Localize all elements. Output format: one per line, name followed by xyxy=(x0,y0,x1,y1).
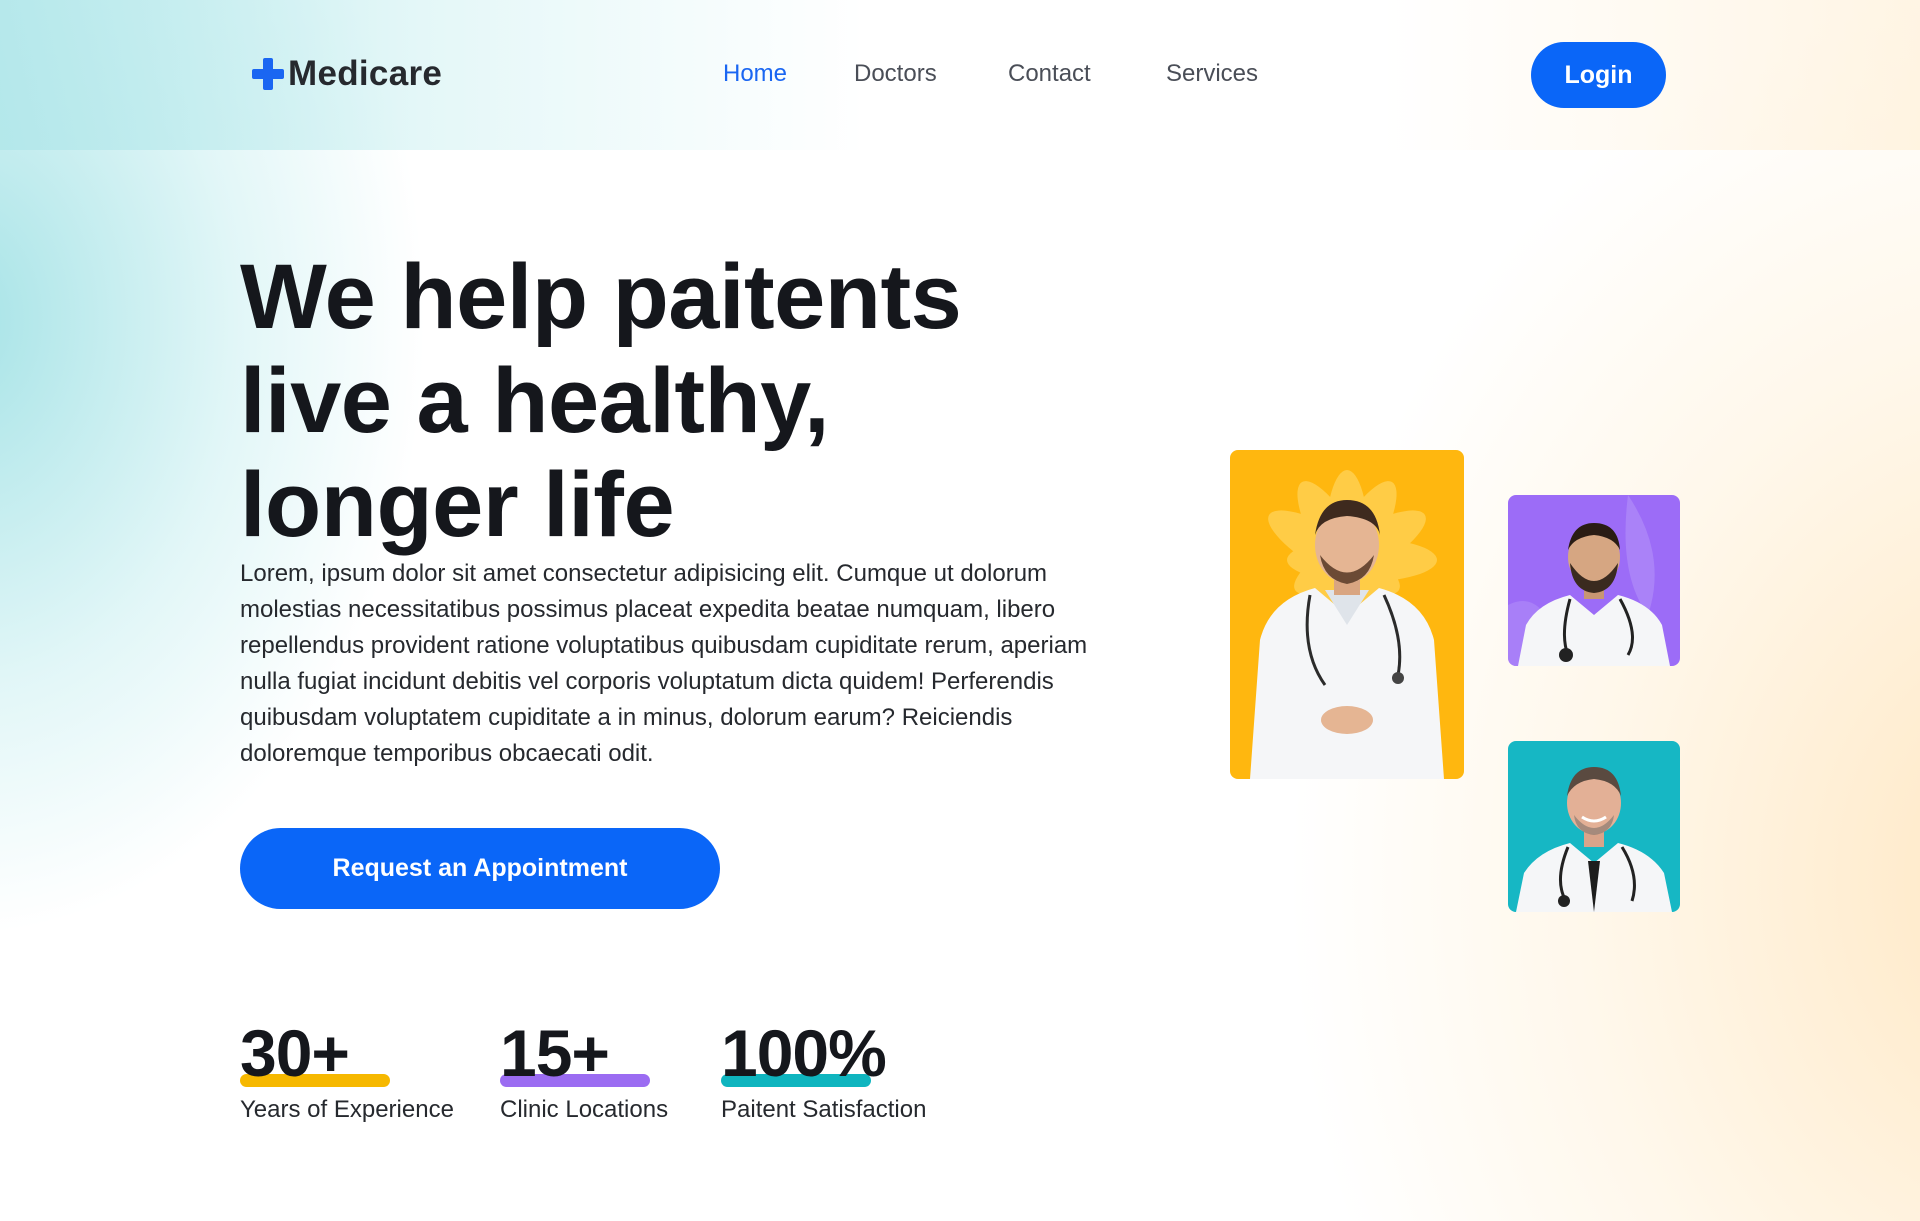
brand-name: Medicare xyxy=(288,54,443,93)
doctor-photo-small-2 xyxy=(1508,741,1680,912)
doctor-illustration xyxy=(1508,495,1680,666)
nav-link-contact[interactable]: Contact xyxy=(1008,60,1091,88)
doctor-illustration xyxy=(1508,741,1680,912)
stat-value: 30+ xyxy=(240,1018,454,1088)
hero-title-line-1: We help paitents xyxy=(240,246,962,348)
stat-value: 15+ xyxy=(500,1018,668,1088)
hero-title-line-2: live a healthy, xyxy=(240,350,830,452)
stat-value-text: 30+ xyxy=(240,1016,350,1090)
medical-cross-icon xyxy=(252,58,284,90)
nav-link-doctors[interactable]: Doctors xyxy=(854,60,937,88)
hero-description: Lorem, ipsum dolor sit amet consectetur … xyxy=(240,560,1088,767)
request-appointment-button[interactable]: Request an Appointment xyxy=(240,828,720,909)
brand-logo[interactable]: Medicare xyxy=(252,54,442,94)
doctor-photo-small-1 xyxy=(1508,495,1680,666)
stat-patient-satisfaction: 100% Paitent Satisfaction xyxy=(721,1018,926,1124)
stat-years-experience: 30+ Years of Experience xyxy=(240,1018,454,1124)
hero-title-line-3: longer life xyxy=(240,454,675,556)
nav-link-home[interactable]: Home xyxy=(723,60,787,88)
doctor-photo-large xyxy=(1230,450,1464,779)
stat-label: Paitent Satisfaction xyxy=(721,1096,927,1123)
stat-value-text: 15+ xyxy=(500,1016,610,1090)
stat-value: 100% xyxy=(721,1018,926,1088)
stat-label: Years of Experience xyxy=(240,1096,454,1123)
login-button[interactable]: Login xyxy=(1531,42,1666,108)
hero-title: We help paitents live a healthy, longer … xyxy=(240,245,1060,557)
stat-value-text: 100% xyxy=(721,1016,887,1090)
stat-clinic-locations: 15+ Clinic Locations xyxy=(500,1018,668,1124)
nav-link-services[interactable]: Services xyxy=(1166,60,1258,88)
doctor-illustration xyxy=(1230,450,1464,779)
stat-label: Clinic Locations xyxy=(500,1096,669,1123)
